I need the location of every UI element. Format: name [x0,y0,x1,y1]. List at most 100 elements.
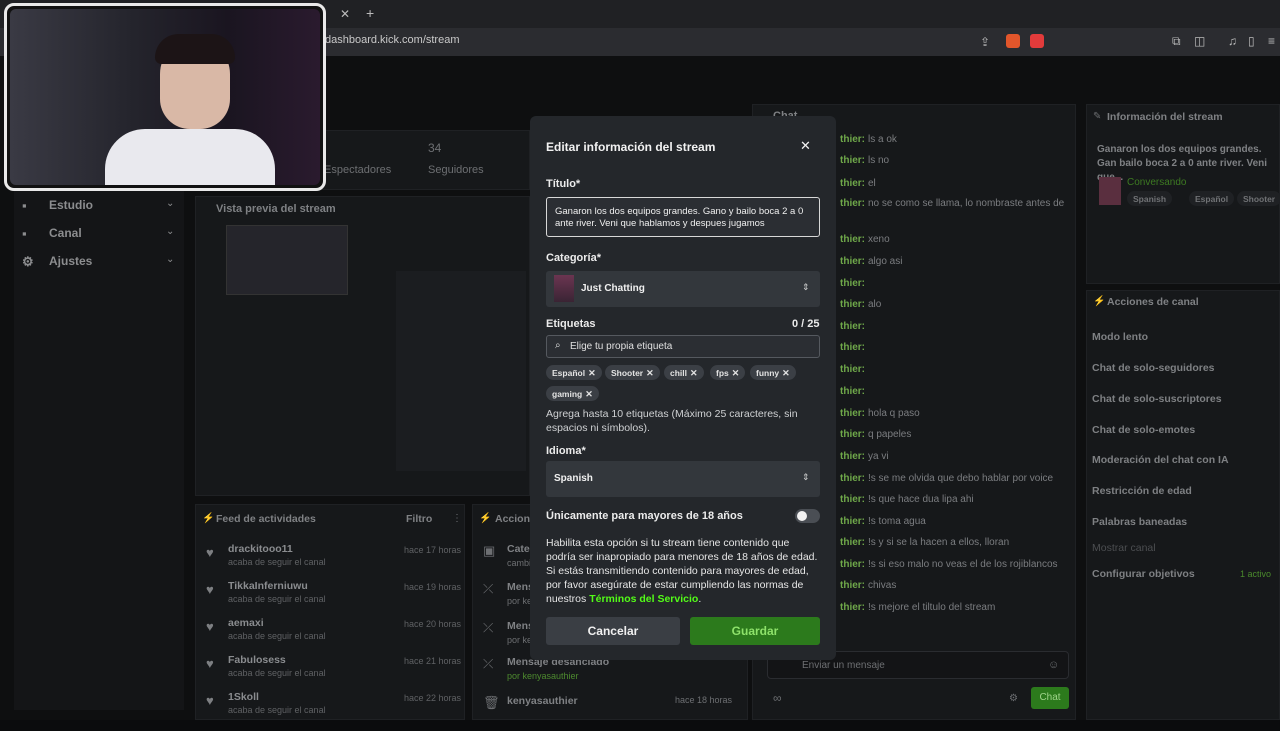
show-channel-item[interactable]: Mostrar canal [1092,542,1156,554]
chat-username[interactable]: thier: [840,256,865,267]
chat-username[interactable]: thier: [840,198,865,209]
cancel-button[interactable]: Cancelar [546,617,680,645]
adult-only-label: Únicamente para mayores de 18 años [546,510,743,522]
save-button[interactable]: Guardar [690,617,820,645]
new-tab-icon[interactable]: + [366,5,374,21]
chat-username[interactable]: thier: [840,234,865,245]
followers-label: Seguidores [428,164,484,176]
remove-tag-icon[interactable]: ✕ [690,368,698,378]
age-restriction-item[interactable]: Restricción de edad [1092,485,1192,497]
close-icon[interactable]: ✕ [800,138,811,154]
action-item-title: Cate [507,543,530,555]
tag-chip[interactable]: gaming ✕ [546,386,599,401]
feed-item-sub: acaba de seguir el canal [228,557,326,567]
tab-close-icon[interactable]: ✕ [340,7,350,21]
chat-username[interactable]: thier: [840,537,865,548]
title-label: Título* [546,178,581,190]
sidebar-item-settings[interactable]: Ajustes [49,254,92,268]
chat-username[interactable]: thier: [840,451,865,462]
remove-tag-icon[interactable]: ✕ [646,368,654,378]
chat-text: !s mejore el tiltulo del stream [868,602,996,613]
goals-item[interactable]: Configurar objetivos [1092,568,1195,580]
remove-tag-icon[interactable]: ✕ [585,389,593,399]
chat-username[interactable]: thier: [840,155,865,166]
sidebar-icon[interactable]: ▯ [1248,34,1255,48]
tag-chip[interactable]: chill ✕ [664,365,704,380]
chat-username[interactable]: thier: [840,342,865,353]
chat-text: !s que hace dua lipa ahi [868,494,974,505]
language-select[interactable]: Spanish ⇕ [546,461,820,497]
ai-moderation-item[interactable]: Moderación del chat con IA [1092,454,1229,466]
viewers-label: Espectadores [324,164,392,176]
chevron-down-icon[interactable]: ⌄ [166,198,174,209]
stream-info-icon: ✎ [1093,111,1102,122]
kebab-icon[interactable]: ⋮ [452,513,462,524]
chat-text: el [868,178,876,189]
chat-username[interactable]: thier: [840,364,865,375]
emote-icon[interactable]: ☺ [1048,659,1059,671]
chat-username[interactable]: thier: [840,429,865,440]
chat-settings-icon[interactable]: ⚙ [1009,693,1018,704]
extensions-icon[interactable]: ⧉ [1172,34,1181,49]
chevron-down-icon[interactable]: ⌄ [166,254,174,265]
chevron-down-icon[interactable]: ⌄ [166,226,174,237]
share-icon[interactable]: ⇪ [980,35,990,49]
stream-info-tag: Shooter [1237,191,1280,206]
chat-username[interactable]: thier: [840,299,865,310]
sidebar-item-studio[interactable]: Estudio [49,198,93,212]
tags-search-input[interactable]: ⌕ Elige tu propia etiqueta [546,335,820,358]
chat-username[interactable]: thier: [840,559,865,570]
infinity-icon[interactable]: ∞ [773,691,782,705]
chat-username[interactable]: thier: [840,178,865,189]
tag-chip-label: gaming [552,389,583,399]
actions-icon: ⚡ [479,513,492,524]
subscribers-only-toggle[interactable]: Chat de solo-suscriptores [1092,393,1222,405]
remove-tag-icon[interactable]: ✕ [588,368,596,378]
emotes-only-toggle[interactable]: Chat de solo-emotes [1092,424,1195,436]
chat-message: thier: algo asi [840,256,902,267]
slow-mode-toggle[interactable]: Modo lento [1092,331,1148,343]
chat-username[interactable]: thier: [840,516,865,527]
chat-username[interactable]: thier: [840,134,865,145]
screenshot-icon[interactable]: ◫ [1194,34,1205,48]
feed-title: Feed de actividades [216,513,316,525]
unpin-icon: ⤫ [483,656,494,671]
chat-username[interactable]: thier: [840,580,865,591]
category-select[interactable]: Just Chatting ⇕ [546,271,820,307]
menu-icon[interactable]: ≡ [1268,34,1275,48]
followers-only-toggle[interactable]: Chat de solo-seguidores [1092,362,1215,374]
chat-username[interactable]: thier: [840,278,865,289]
adult-only-toggle[interactable] [795,509,820,523]
chat-username[interactable]: thier: [840,386,865,397]
tag-chip[interactable]: fps ✕ [710,365,746,380]
tag-chip[interactable]: Español ✕ [546,365,602,380]
activity-feed-panel: ⚡ Feed de actividades Filtro ⋮ ♥ drackit… [195,504,465,720]
terms-link[interactable]: Términos del Servicio [589,593,698,605]
remove-tag-icon[interactable]: ✕ [732,368,740,378]
title-input[interactable]: Ganaron los dos equipos grandes. Gano y … [546,197,820,237]
chat-message: thier: chivas [840,580,896,591]
feed-filter-button[interactable]: Filtro [406,513,432,525]
tag-chip[interactable]: Shooter ✕ [605,365,660,380]
heart-icon: ♥ [206,545,214,560]
chat-username[interactable]: thier: [840,602,865,613]
list-item: ♥ aemaxi acaba de seguir el canal hace 2… [196,617,466,657]
chat-send-button[interactable]: Chat [1031,687,1069,709]
category-label: Categoría* [546,252,602,264]
brave-shield-icon[interactable] [1006,34,1020,48]
chat-username[interactable]: thier: [840,321,865,332]
brave-rewards-icon[interactable] [1030,34,1044,48]
remove-tag-icon[interactable]: ✕ [782,368,790,378]
chat-username[interactable]: thier: [840,473,865,484]
url-text[interactable]: dashboard.kick.com/stream [325,34,460,46]
chat-username[interactable]: thier: [840,494,865,505]
music-icon[interactable]: ♫ [1228,34,1237,48]
banned-words-item[interactable]: Palabras baneadas [1092,516,1187,528]
sidebar-item-channel[interactable]: Canal [49,226,82,240]
feed-item-time: hace 22 horas [404,693,462,703]
tag-chip[interactable]: funny ✕ [750,365,796,380]
chat-message: thier: ya vi [840,451,889,462]
preview-video [226,225,348,295]
unpin-icon: ⤫ [483,581,494,596]
chat-username[interactable]: thier: [840,408,865,419]
